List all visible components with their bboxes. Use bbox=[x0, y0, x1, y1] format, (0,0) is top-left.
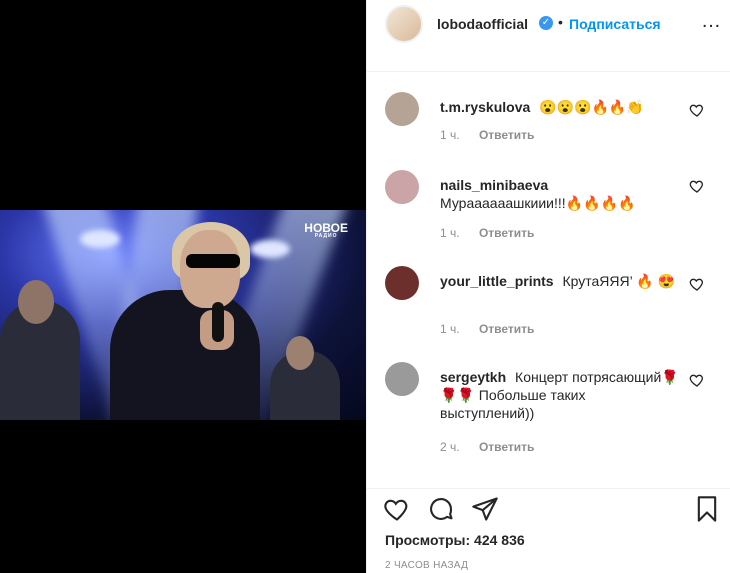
commenter-avatar[interactable] bbox=[385, 170, 419, 204]
commenter-username[interactable]: t.m.ryskulova bbox=[440, 99, 530, 115]
like-comment-heart-icon[interactable] bbox=[689, 276, 705, 292]
comment-text: Мураааааашкиии!!!🔥🔥🔥🔥 bbox=[440, 195, 636, 211]
like-comment-heart-icon[interactable] bbox=[689, 102, 705, 118]
radio-logo: НОВОЕ РАДИО bbox=[304, 222, 348, 239]
post-side-panel: lobodaofficial ✓ • Подписаться … t.m.rys… bbox=[366, 0, 730, 573]
follow-button[interactable]: Подписаться bbox=[569, 16, 661, 32]
comment-meta: 1 ч. Ответить bbox=[440, 128, 534, 142]
reply-button[interactable]: Ответить bbox=[479, 322, 534, 336]
comment-time: 1 ч. bbox=[440, 226, 460, 240]
author-username[interactable]: lobodaofficial bbox=[437, 16, 528, 32]
post-media[interactable]: НОВОЕ РАДИО bbox=[0, 0, 366, 573]
commenter-avatar[interactable] bbox=[385, 362, 419, 396]
commenter-username[interactable]: nails_minibaeva bbox=[440, 176, 675, 194]
commenter-avatar[interactable] bbox=[385, 92, 419, 126]
comment-text: КрутаЯЯЯ’ 🔥 😍 bbox=[562, 273, 675, 289]
video-player[interactable]: НОВОЕ РАДИО bbox=[0, 210, 366, 420]
reply-button[interactable]: Ответить bbox=[479, 440, 534, 454]
like-comment-heart-icon[interactable] bbox=[689, 372, 705, 388]
author-avatar[interactable] bbox=[385, 5, 423, 43]
post-timestamp: 2 ЧАСОВ НАЗАД bbox=[385, 560, 469, 571]
post-actions-bar bbox=[367, 488, 730, 529]
reply-button[interactable]: Ответить bbox=[479, 128, 534, 142]
comment-body: nails_minibaeva Мураааааашкиии!!!🔥🔥🔥🔥 bbox=[440, 176, 680, 212]
singer bbox=[110, 290, 260, 420]
view-count[interactable]: Просмотры: 424 836 bbox=[385, 532, 525, 548]
comment-bubble-icon[interactable] bbox=[427, 495, 455, 523]
singer-face bbox=[180, 230, 240, 308]
save-bookmark-icon[interactable] bbox=[693, 495, 721, 523]
like-heart-icon[interactable] bbox=[383, 495, 411, 523]
comment-meta: 1 ч. Ответить bbox=[440, 226, 534, 240]
comment-body: your_little_prints КрутаЯЯЯ’ 🔥 😍 bbox=[440, 272, 680, 290]
comment-meta: 1 ч. Ответить bbox=[440, 322, 534, 336]
commenter-avatar[interactable] bbox=[385, 266, 419, 300]
sunglasses bbox=[186, 254, 240, 268]
comment-body: t.m.ryskulova 😮😮😮🔥🔥👏 bbox=[440, 98, 680, 116]
comment-time: 1 ч. bbox=[440, 322, 460, 336]
post-header: lobodaofficial ✓ • Подписаться … bbox=[367, 0, 730, 72]
stage-light bbox=[250, 240, 290, 258]
comment-body: sergeytkh Концерт потрясающий🌹🌹🌹 Побольш… bbox=[440, 368, 680, 422]
comment-time: 1 ч. bbox=[440, 128, 460, 142]
commenter-username[interactable]: sergeytkh bbox=[440, 369, 506, 385]
more-options-icon[interactable]: … bbox=[701, 10, 722, 33]
comment-time: 2 ч. bbox=[440, 440, 460, 454]
share-paper-plane-icon[interactable] bbox=[471, 495, 499, 523]
like-comment-heart-icon[interactable] bbox=[689, 178, 705, 194]
verified-badge-icon: ✓ bbox=[539, 16, 553, 30]
reply-button[interactable]: Ответить bbox=[479, 226, 534, 240]
stage-light bbox=[80, 230, 120, 248]
comment-meta: 2 ч. Ответить bbox=[440, 440, 534, 454]
musician-right-head bbox=[286, 336, 314, 370]
musician-left-head bbox=[18, 280, 54, 324]
commenter-username[interactable]: your_little_prints bbox=[440, 273, 554, 289]
comment-text: 😮😮😮🔥🔥👏 bbox=[539, 99, 644, 115]
microphone bbox=[212, 302, 224, 342]
separator-dot: • bbox=[558, 14, 563, 30]
